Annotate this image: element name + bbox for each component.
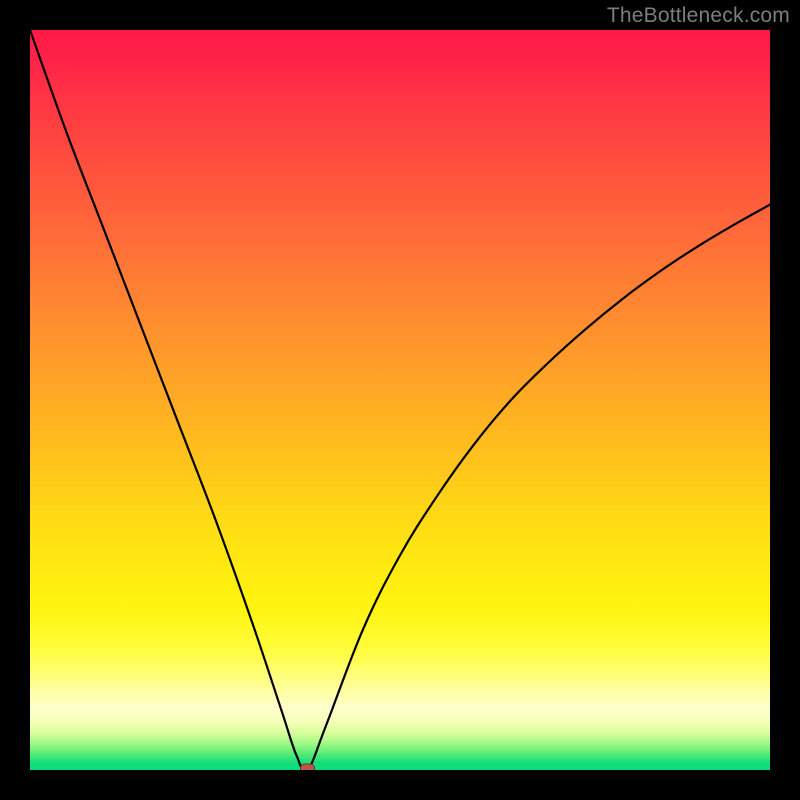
watermark-text: TheBottleneck.com bbox=[607, 4, 790, 28]
bottleneck-curve bbox=[30, 30, 770, 770]
minimum-marker bbox=[301, 764, 315, 770]
chart-frame: TheBottleneck.com bbox=[0, 0, 800, 800]
curve-layer bbox=[30, 30, 770, 770]
plot-area bbox=[30, 30, 770, 770]
